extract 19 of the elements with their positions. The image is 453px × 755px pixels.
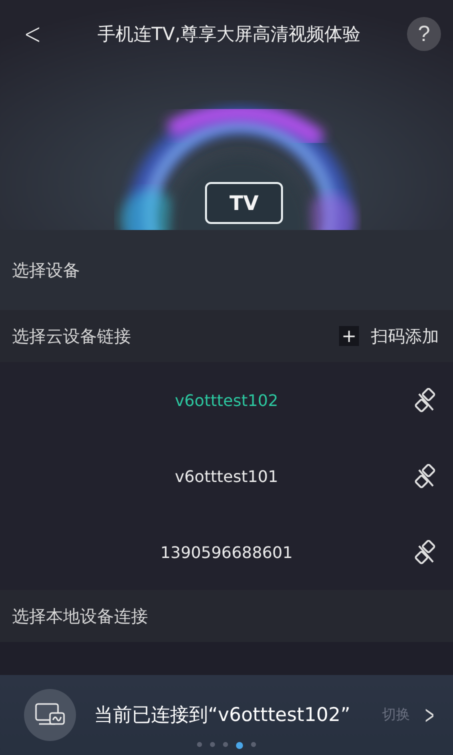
page-title: 手机连TV,尊享大屏高清视频体验: [98, 23, 361, 46]
device-item[interactable]: v6otttest101: [168, 466, 284, 486]
tv-badge: TV: [205, 182, 283, 224]
device-item[interactable]: v6otttest102: [168, 390, 284, 410]
plus-icon: +: [339, 326, 359, 346]
page-dot[interactable]: [197, 742, 202, 747]
page-dot[interactable]: [223, 742, 228, 747]
connection-status: 当前已连接到“v6otttest102”: [94, 703, 350, 728]
page-dot[interactable]: [210, 742, 215, 747]
section-title: 选择设备: [12, 260, 80, 282]
device-item[interactable]: 1390596688601: [154, 542, 299, 562]
tv-cast-icon: [24, 689, 76, 741]
back-button[interactable]: <: [20, 16, 46, 52]
scan-add-button[interactable]: + 扫码添加: [339, 324, 439, 348]
page-dot[interactable]: [251, 742, 256, 747]
section-title: 选择云设备链接: [12, 326, 131, 348]
next-button[interactable]: >: [421, 698, 438, 732]
section-title: 选择本地设备连接: [12, 606, 148, 628]
page-dot[interactable]: [236, 742, 243, 749]
